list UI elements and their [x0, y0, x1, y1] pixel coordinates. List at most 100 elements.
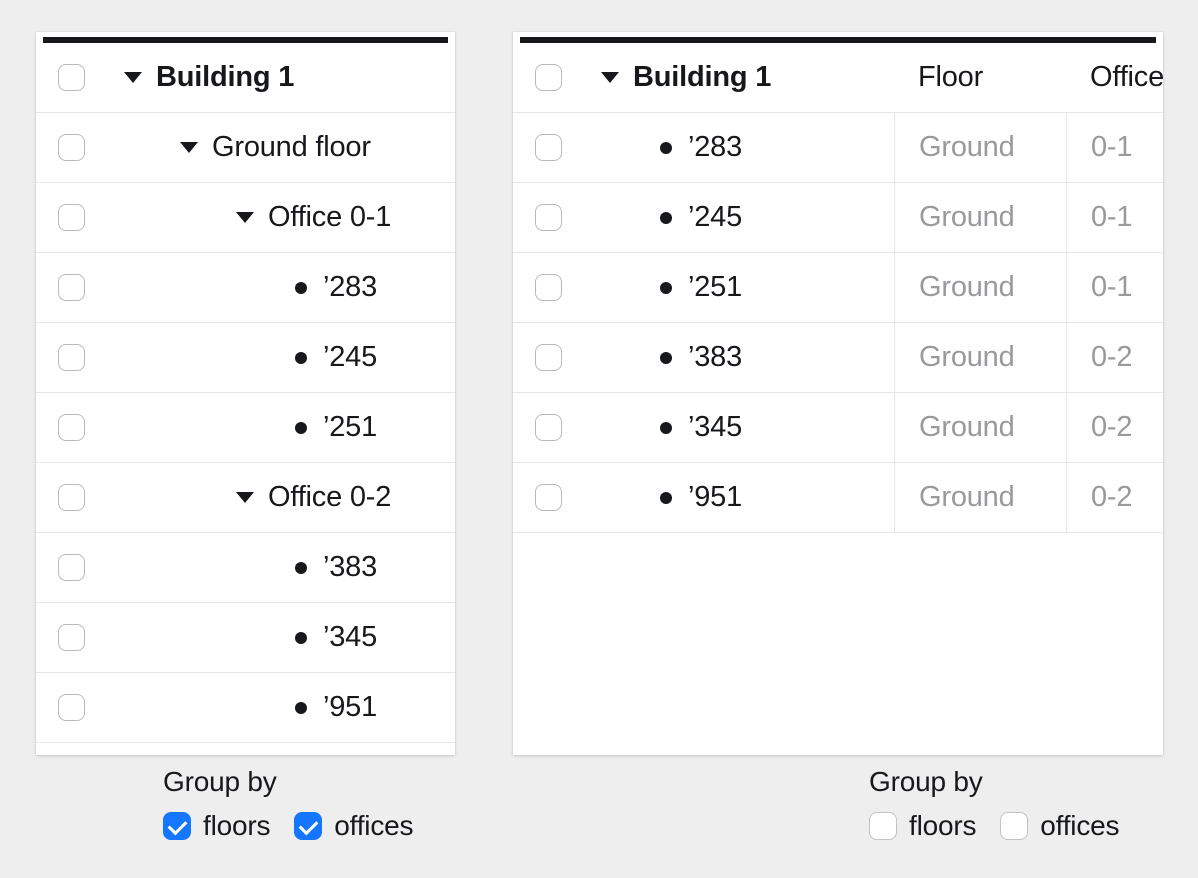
group-by-offices-checkbox[interactable]: [1000, 812, 1029, 840]
row-checkbox-cell: [513, 344, 583, 371]
tree-rows: Building 1 Ground floor Office 0-1 ’283 …: [36, 43, 455, 755]
table-name-cell: ’951: [583, 463, 894, 532]
tree-node: ’245: [106, 341, 455, 374]
row-checkbox[interactable]: [57, 344, 85, 371]
row-checkbox-cell: [36, 484, 106, 511]
row-checkbox[interactable]: [57, 274, 85, 301]
table-cell-name: ’283: [688, 131, 743, 163]
table-row[interactable]: ’383 Ground 0-2: [513, 323, 1163, 393]
row-checkbox[interactable]: [57, 624, 85, 651]
column-header-office[interactable]: Office: [1066, 43, 1163, 112]
bullet-icon: [295, 281, 307, 294]
table-cell-floor: Ground: [894, 113, 1066, 182]
row-checkbox[interactable]: [534, 204, 562, 231]
group-by-offices-option[interactable]: offices: [294, 810, 414, 842]
table-row[interactable]: ’245 Ground 0-1: [513, 183, 1163, 253]
row-checkbox[interactable]: [57, 134, 85, 161]
tree-row[interactable]: Building 1: [36, 43, 455, 113]
bullet-icon: [660, 491, 672, 504]
table-cell-floor: Ground: [894, 253, 1066, 322]
table-cell-floor: Ground: [894, 463, 1066, 532]
group-by-offices-label: offices: [1040, 810, 1120, 841]
group-by-offices-option[interactable]: offices: [1000, 810, 1120, 842]
tree-row[interactable]: ’245: [36, 323, 455, 393]
table-leaf-node: ’383: [583, 341, 894, 374]
row-checkbox[interactable]: [534, 274, 562, 301]
row-checkbox-cell: [513, 274, 583, 301]
tree-node-label: Ground floor: [212, 131, 371, 163]
tree-node: ’283: [106, 271, 455, 304]
row-checkbox[interactable]: [57, 484, 85, 511]
table-header-row: Building 1 Floor Office: [513, 43, 1163, 113]
row-checkbox[interactable]: [57, 204, 85, 231]
tree-node: ’383: [106, 551, 455, 584]
group-by-controls-right: Group by floors offices: [869, 766, 1120, 842]
group-by-offices-checkbox[interactable]: [294, 812, 323, 840]
tree-node-label: ’383: [323, 551, 378, 583]
row-checkbox-cell: [36, 344, 106, 371]
group-by-title: Group by: [869, 766, 983, 797]
group-by-floors-checkbox[interactable]: [869, 812, 897, 840]
group-by-floors-option[interactable]: floors: [869, 810, 976, 842]
row-checkbox-cell: [513, 484, 583, 511]
tree-row[interactable]: ’951: [36, 673, 455, 743]
tree-node: Office 0-1: [106, 201, 455, 234]
tree-row[interactable]: ’383: [36, 533, 455, 603]
column-header-floor[interactable]: Floor: [894, 43, 1066, 112]
row-checkbox[interactable]: [534, 134, 562, 161]
tree-row[interactable]: ’345: [36, 603, 455, 673]
tree-row[interactable]: Office 0-1: [36, 183, 455, 253]
caret-down-icon[interactable]: [124, 72, 142, 83]
row-checkbox[interactable]: [57, 554, 85, 581]
row-checkbox-cell: [36, 274, 106, 301]
caret-down-icon[interactable]: [601, 72, 619, 83]
bullet-icon: [660, 281, 672, 294]
caret-down-icon[interactable]: [180, 142, 198, 153]
bullet-icon: [295, 421, 307, 434]
tree-node-label: Office 0-2: [268, 481, 392, 513]
group-by-options: floors offices: [163, 810, 414, 842]
row-checkbox[interactable]: [57, 64, 85, 91]
row-checkbox-cell: [36, 694, 106, 721]
row-checkbox[interactable]: [57, 694, 85, 721]
tree-node: ’251: [106, 411, 455, 444]
table-row[interactable]: ’283 Ground 0-1: [513, 113, 1163, 183]
tree-node-label: ’283: [323, 271, 378, 303]
tree-row[interactable]: ’251: [36, 393, 455, 463]
row-checkbox[interactable]: [57, 414, 85, 441]
row-checkbox[interactable]: [534, 344, 562, 371]
caret-down-icon[interactable]: [236, 212, 254, 223]
table-row[interactable]: ’345 Ground 0-2: [513, 393, 1163, 463]
tree-row[interactable]: Office 0-2: [36, 463, 455, 533]
table-leaf-node: ’251: [583, 271, 894, 304]
table-cell-floor: Ground: [894, 393, 1066, 462]
tree-node-label: ’345: [323, 621, 378, 653]
row-checkbox-cell: [513, 204, 583, 231]
table-row[interactable]: ’251 Ground 0-1: [513, 253, 1163, 323]
column-header-building: Building 1: [633, 61, 772, 93]
bullet-icon: [660, 211, 672, 224]
tree-node-label: Building 1: [156, 61, 295, 93]
select-all-checkbox[interactable]: [534, 64, 562, 91]
table-cell-name: ’245: [688, 201, 743, 233]
table-leaf-node: ’245: [583, 201, 894, 234]
table-row[interactable]: ’951 Ground 0-2: [513, 463, 1163, 533]
table-cell-office: 0-1: [1066, 113, 1163, 182]
row-checkbox[interactable]: [534, 484, 562, 511]
tree-row[interactable]: Ground floor: [36, 113, 455, 183]
table-cell-office: 0-1: [1066, 183, 1163, 252]
bullet-icon: [295, 631, 307, 644]
bullet-icon: [660, 141, 672, 154]
group-by-floors-checkbox[interactable]: [163, 812, 191, 840]
tree-trailing-row: [36, 743, 455, 755]
tree-node-label: ’951: [323, 691, 378, 723]
table-cell-name: ’383: [688, 341, 743, 373]
row-checkbox-cell: [36, 414, 106, 441]
table-name-cell: ’345: [583, 393, 894, 462]
tree-row[interactable]: ’283: [36, 253, 455, 323]
group-by-floors-label: floors: [909, 810, 977, 841]
group-by-floors-option[interactable]: floors: [163, 810, 270, 842]
row-checkbox[interactable]: [534, 414, 562, 441]
caret-down-icon[interactable]: [236, 492, 254, 503]
bullet-icon: [295, 561, 307, 574]
